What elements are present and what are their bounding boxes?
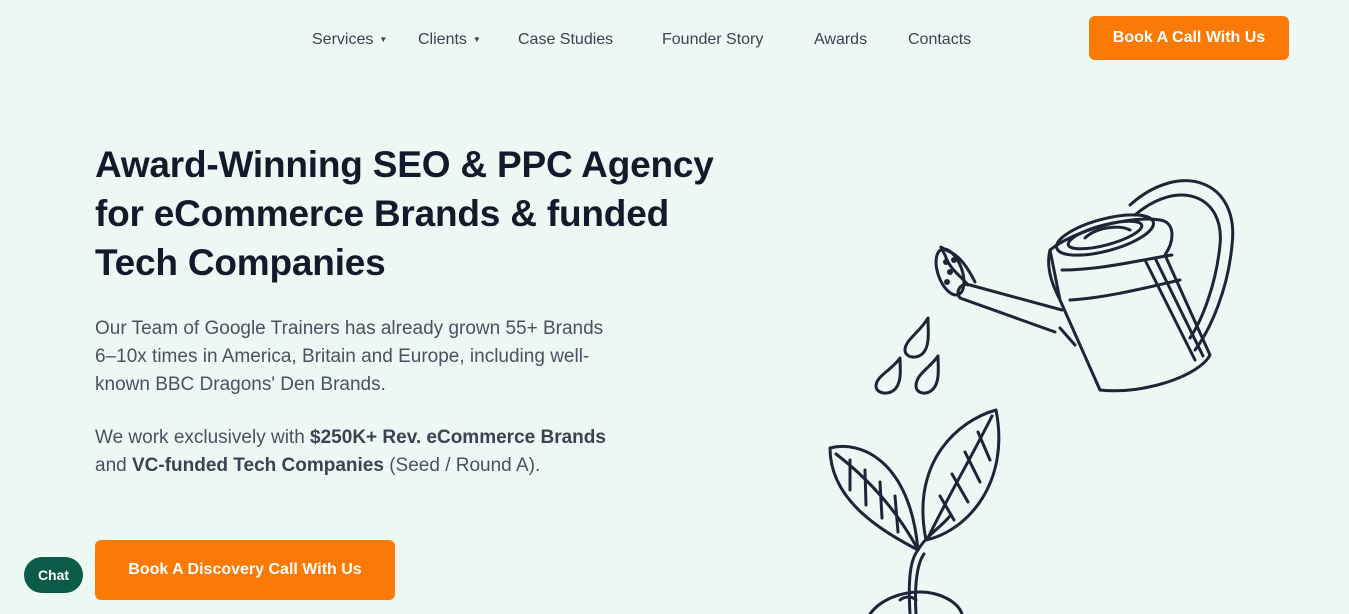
- chat-button[interactable]: Chat: [24, 557, 83, 593]
- hero-title: Award-Winning SEO & PPC Agency for eComm…: [95, 140, 775, 287]
- hero-title-line: Tech Companies: [95, 242, 386, 283]
- hero-focus-suffix: (Seed / Round A).: [383, 455, 541, 476]
- nav-services-label: Services: [312, 31, 374, 48]
- hero-intro-line: known BBC Dragons' Den Brands.: [95, 374, 386, 395]
- hero-title-line: for eCommerce Brands & funded: [95, 193, 669, 234]
- hero-title-line: Award-Winning SEO & PPC Agency: [95, 144, 714, 185]
- nav-clients[interactable]: Clients ▼: [418, 31, 481, 49]
- hero-focus-tech: VC-funded Tech Companies: [131, 455, 384, 476]
- watering-can-plant-icon: [828, 179, 1235, 614]
- water-drops-icon: [874, 316, 940, 395]
- nav-clients-label: Clients: [418, 31, 467, 48]
- hero-intro-line: Our Team of Google Trainers has already …: [95, 318, 604, 339]
- hero-focus-line-2: and VC-funded Tech Companies (Seed / Rou…: [95, 452, 675, 480]
- book-call-button[interactable]: Book A Call With Us: [1089, 16, 1289, 60]
- hero-focus: We work exclusively with $250K+ Rev. eCo…: [95, 424, 675, 480]
- nav-services[interactable]: Services ▼: [312, 31, 387, 49]
- nav-case-studies[interactable]: Case Studies: [518, 31, 613, 49]
- hero-focus-prefix: We work exclusively with: [95, 427, 311, 448]
- hero-focus-line-1: We work exclusively with $250K+ Rev. eCo…: [95, 424, 675, 452]
- hero-intro-line: 6–10x times in America, Britain and Euro…: [95, 346, 590, 367]
- watering-can-icon: [934, 179, 1235, 393]
- chevron-down-icon: ▼: [472, 35, 481, 44]
- nav-founder-story[interactable]: Founder Story: [662, 31, 763, 49]
- top-navigation: Services ▼ Clients ▼ Case Studies Founder …: [0, 0, 1349, 80]
- plant-icon: [828, 408, 1001, 614]
- chevron-down-icon: ▼: [379, 35, 388, 44]
- hero-intro: Our Team of Google Trainers has already …: [95, 315, 675, 399]
- hero-focus-mid: and: [95, 455, 132, 476]
- hero-focus-ecommerce: $250K+ Rev. eCommerce Brands: [310, 427, 606, 448]
- book-discovery-call-button[interactable]: Book A Discovery Call With Us: [95, 540, 395, 600]
- nav-contacts[interactable]: Contacts: [908, 31, 971, 49]
- nav-awards[interactable]: Awards: [814, 31, 867, 49]
